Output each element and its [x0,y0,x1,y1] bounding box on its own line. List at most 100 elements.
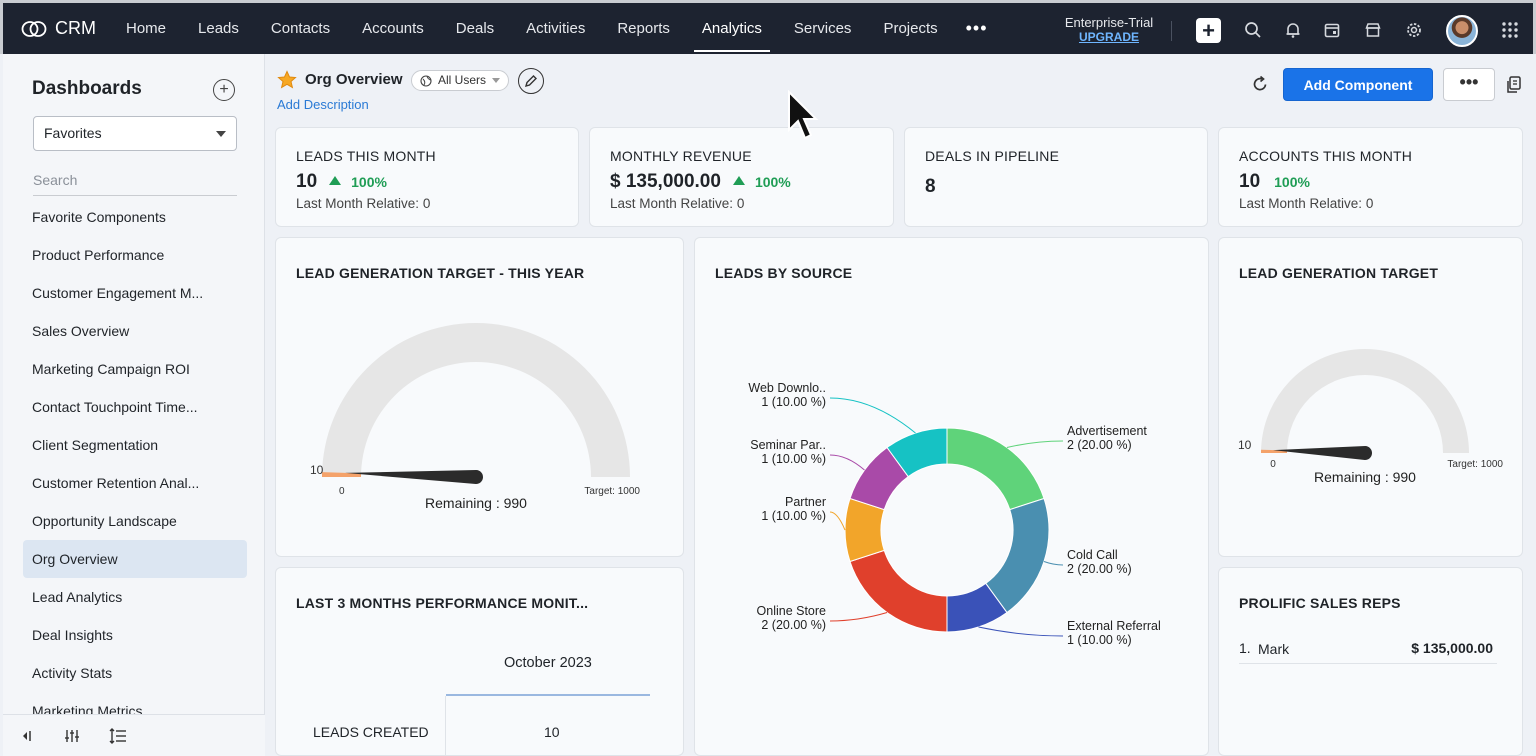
sidebar-item[interactable]: Product Performance [23,236,247,274]
donut-leader-line [829,511,846,531]
kpi-value: $ 135,000.00 100% [610,171,791,193]
trial-label: Enterprise-Trial [1064,15,1154,30]
sidebar-item[interactable]: Client Segmentation [23,426,247,464]
donut-slice [849,549,948,633]
nav-contacts[interactable]: Contacts [255,2,346,56]
edit-dashboard-button[interactable] [518,68,544,94]
donut-leader-line [829,397,916,434]
gauge-track [322,323,630,477]
sidebar-item[interactable]: Contact Touchpoint Time... [23,388,247,426]
search-icon[interactable] [1240,17,1266,43]
donut-leader-line [978,626,1064,637]
dashboard-list: Favorite Components Product Performance … [23,198,247,730]
kpi-value-text: 10 [296,171,318,192]
nav-leads[interactable]: Leads [182,2,255,56]
donut-slice-name: Partner [785,495,826,509]
dashboard-filter-select[interactable]: Favorites [33,116,237,151]
gauge-needle [345,470,484,484]
sidebar-title: Dashboards [32,78,142,99]
kpi-card-revenue[interactable]: MONTHLY REVENUE $ 135,000.00 100% Last Mo… [589,127,894,227]
nav-reports[interactable]: Reports [601,2,686,56]
crm-logo[interactable]: CRM [21,18,96,39]
sidebar-item[interactable]: Sales Overview [23,312,247,350]
nav-deals[interactable]: Deals [440,2,510,56]
dashboard-filter-value: Favorites [44,125,102,141]
app-name: CRM [55,18,96,38]
sales-reps-card[interactable]: PROLIFIC SALES REPS 1. Mark $ 135,000.00 [1218,567,1523,756]
reorder-list-icon[interactable] [95,727,141,744]
kpi-title: LEADS THIS MONTH [296,148,436,164]
sidebar-item[interactable]: Customer Engagement M... [23,274,247,312]
kpi-card-leads[interactable]: LEADS THIS MONTH 10 100% Last Month Relat… [275,127,579,227]
trend-up-icon [329,176,342,185]
kpi-change: 100% [754,174,791,190]
nav-accounts[interactable]: Accounts [346,2,440,56]
more-options-button[interactable]: ••• [1443,68,1495,101]
refresh-icon[interactable] [1251,75,1269,98]
lead-target-year-card[interactable]: LEAD GENERATION TARGET - THIS YEAR 10 0 … [275,237,684,557]
collapse-sidebar-icon[interactable] [3,729,49,743]
dashboards-sidebar: Dashboards + Favorites Search Favorite C… [3,54,265,756]
sidebar-item[interactable]: Opportunity Landscape [23,502,247,540]
trial-info: Enterprise-Trial UPGRADE [1059,15,1159,44]
kpi-subtext: Last Month Relative: 0 [296,196,431,211]
kpi-value: 10 100% [296,171,387,193]
nav-projects[interactable]: Projects [867,2,953,56]
lead-target-card[interactable]: LEAD GENERATION TARGET 10 0 Target: 1000… [1218,237,1523,557]
sidebar-item[interactable]: Lead Analytics [23,578,247,616]
gear-icon[interactable] [1401,17,1427,43]
nav-activities[interactable]: Activities [510,2,601,56]
globe-icon [420,74,432,87]
gauge-needle [1273,446,1372,460]
sidebar-item[interactable]: Marketing Campaign ROI [23,350,247,388]
add-component-button[interactable]: Add Component [1283,68,1433,101]
donut-slice-value: 2 (20.00 %) [1067,438,1132,452]
sidebar-item[interactable]: Customer Retention Anal... [23,464,247,502]
quick-create-button[interactable]: + [1196,18,1221,43]
table-row[interactable]: 1. Mark $ 135,000.00 [1239,638,1497,664]
chevron-down-icon [492,77,501,83]
rep-amount: $ 135,000.00 [1411,640,1493,656]
sidebar-item-active[interactable]: Org Overview [23,540,247,578]
kpi-subtext: Last Month Relative: 0 [1239,196,1374,211]
column-header-month: October 2023 [504,655,592,671]
donut-slice [985,497,1050,614]
apps-grid-icon[interactable] [1497,17,1523,43]
donut-slice-value: 1 (10.00 %) [761,395,826,409]
kpi-value-text: 10 [1239,171,1261,192]
sliders-icon[interactable] [49,728,95,744]
nav-more-button[interactable]: ••• [954,18,1000,39]
column-underline [446,694,650,696]
crm-logo-icon [21,20,47,37]
gauge-target-label: Target: 1000 [1447,459,1503,470]
gauge-year-chart: 10 0 Target: 1000 Remaining : 990 [310,323,640,511]
donut-leader-line [1043,561,1064,566]
sidebar-item[interactable]: Favorite Components [23,198,247,236]
main-nav: Home Leads Contacts Accounts Deals Activ… [110,2,1000,56]
sidebar-item[interactable]: Deal Insights [23,616,247,654]
leads-by-source-card[interactable]: LEADS BY SOURCE Advertisement 2 (20.00 %)… [694,237,1209,756]
favorite-star-icon[interactable] [277,70,297,95]
store-icon[interactable] [1360,17,1386,43]
dashboard-search-input[interactable]: Search [33,170,237,196]
upgrade-link[interactable]: UPGRADE [1059,30,1159,44]
add-description-link[interactable]: Add Description [277,97,369,112]
user-avatar[interactable] [1446,15,1478,47]
kpi-card-accounts[interactable]: ACCOUNTS THIS MONTH 10 100% Last Month Re… [1218,127,1523,227]
calendar-icon[interactable] [1319,17,1345,43]
add-dashboard-button[interactable]: + [213,79,235,101]
clone-dashboard-icon[interactable] [1506,76,1522,99]
gauge-min-label: 0 [339,486,345,497]
donut-slice-name: Web Downlo.. [748,381,826,395]
users-filter-dropdown[interactable]: All Users [411,70,510,91]
nav-home[interactable]: Home [110,2,182,56]
bell-icon[interactable] [1280,17,1306,43]
sidebar-item[interactable]: Activity Stats [23,654,247,692]
donut-slice-value: 1 (10.00 %) [761,452,826,466]
nav-services[interactable]: Services [778,2,868,56]
donut-slice-value: 1 (10.00 %) [761,509,826,523]
pencil-icon [524,75,537,88]
kpi-card-deals[interactable]: DEALS IN PIPELINE 8 [904,127,1208,227]
performance-card[interactable]: LAST 3 MONTHS PERFORMANCE MONIT... Octob… [275,567,684,756]
nav-analytics[interactable]: Analytics [686,2,778,56]
